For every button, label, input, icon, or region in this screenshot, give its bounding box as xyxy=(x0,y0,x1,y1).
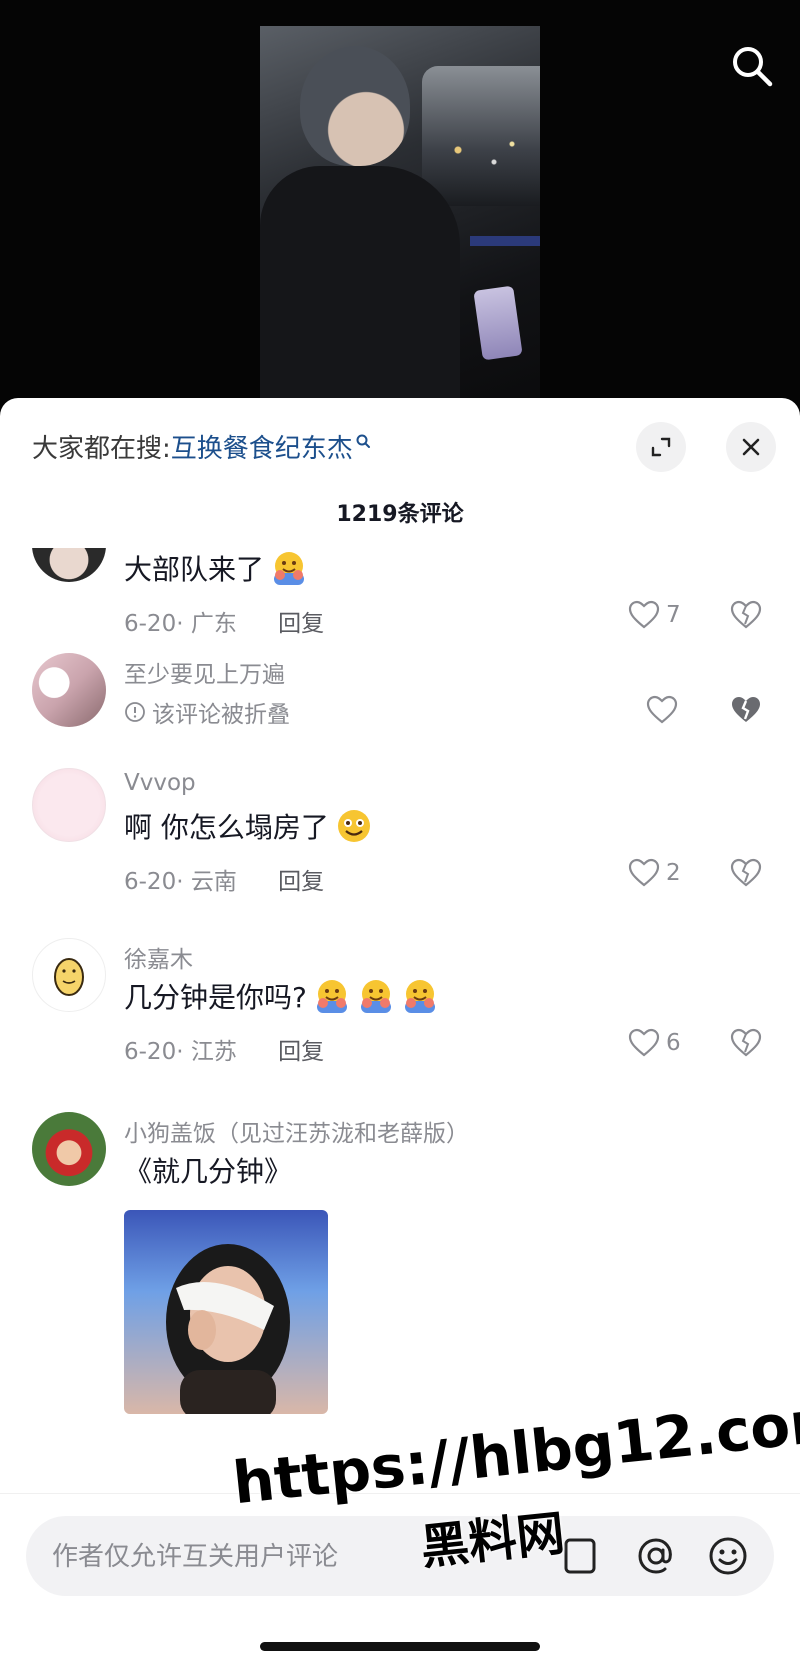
broken-heart-filled-icon xyxy=(732,697,760,722)
like-button[interactable]: 6 xyxy=(628,1028,681,1058)
comment-date: 6-20 xyxy=(124,869,177,895)
comment-region: 广东 xyxy=(190,611,237,637)
meta-separator: · xyxy=(176,611,191,637)
meta-separator: · xyxy=(176,869,191,895)
home-indicator xyxy=(260,1642,540,1651)
city-lights xyxy=(440,126,530,186)
like-count: 7 xyxy=(666,602,681,628)
image-icon xyxy=(564,1538,596,1574)
dislike-button[interactable] xyxy=(730,858,762,892)
person-body xyxy=(260,166,460,420)
video-thumbnail[interactable] xyxy=(260,26,540,420)
broken-heart-icon xyxy=(730,600,762,629)
emoji-button[interactable] xyxy=(706,1534,750,1578)
heart-icon xyxy=(628,600,660,629)
comment-list[interactable]: 大部队来了 6-20· 广东 回复 7 至少要见上万遍 该评论被折叠 Vvvop… xyxy=(0,548,800,1493)
dislike-button[interactable] xyxy=(730,1028,762,1062)
like-count: 6 xyxy=(666,1030,681,1056)
sheet-header: 大家都在搜:互换餐食纪东杰 1219条评论 xyxy=(0,398,800,548)
hug-emoji-icon xyxy=(274,552,305,585)
close-icon xyxy=(742,438,760,456)
comment-sticker-image[interactable] xyxy=(124,1210,328,1414)
expand-icon xyxy=(651,437,671,457)
bear-sticker-icon xyxy=(54,958,84,996)
reply-button[interactable]: 回复 xyxy=(278,869,324,895)
comment-text: 啊 你怎么塌房了 xyxy=(124,806,373,846)
comment-text: 几分钟是你吗? xyxy=(124,976,439,1016)
comment-region: 云南 xyxy=(190,869,237,895)
comment-meta: 6-20· 广东 回复 xyxy=(124,604,324,638)
comment-input-bar xyxy=(0,1493,800,1661)
video-area xyxy=(0,0,800,420)
heart-icon xyxy=(646,695,678,724)
comment-input-box[interactable] xyxy=(26,1516,774,1598)
like-button[interactable]: 7 xyxy=(628,600,681,630)
dislike-button[interactable] xyxy=(730,600,762,634)
ambient-light-strip xyxy=(470,236,540,246)
hug-emoji-icon xyxy=(404,980,435,1013)
comment-username[interactable]: 徐嘉木 xyxy=(124,940,193,974)
phone-screen xyxy=(473,285,523,361)
avatar[interactable] xyxy=(32,938,106,1012)
close-button[interactable] xyxy=(726,422,776,472)
image-button[interactable] xyxy=(558,1534,602,1578)
reply-button[interactable]: 回复 xyxy=(278,1039,324,1065)
avatar[interactable] xyxy=(32,548,106,582)
comment-username[interactable]: 至少要见上万遍 xyxy=(124,655,285,689)
flushed-smile-emoji-icon xyxy=(337,810,370,842)
like-button[interactable] xyxy=(646,695,678,725)
reply-button[interactable]: 回复 xyxy=(278,611,324,637)
small-search-icon xyxy=(355,428,371,458)
comment-username[interactable]: 小狗盖饭（见过汪苏泷和老薛版） xyxy=(124,1114,469,1148)
trending-query-link[interactable]: 互换餐食纪东杰 xyxy=(171,434,353,464)
dislike-button-active[interactable] xyxy=(730,695,762,729)
info-icon xyxy=(125,702,145,722)
comment-sheet: 大家都在搜:互换餐食纪东杰 1219条评论 大部队来了 6-20· 广东 回复 … xyxy=(0,398,800,1661)
hug-emoji-icon xyxy=(316,980,347,1013)
folded-note: 该评论被折叠 xyxy=(124,695,290,729)
heart-icon xyxy=(628,858,660,887)
search-icon xyxy=(733,47,773,87)
broken-heart-icon xyxy=(730,858,762,887)
search-button[interactable] xyxy=(728,42,776,90)
comment-text: 大部队来了 xyxy=(124,548,308,588)
smiley-face-icon xyxy=(709,1537,747,1575)
avatar[interactable] xyxy=(32,653,106,727)
trending-search: 大家都在搜:互换餐食纪东杰 xyxy=(32,428,371,465)
person-head xyxy=(300,46,410,166)
avatar[interactable] xyxy=(32,1112,106,1186)
meta-separator: · xyxy=(176,1039,191,1065)
comment-date: 6-20 xyxy=(124,1039,177,1065)
comment-meta: 6-20· 云南 回复 xyxy=(124,862,324,896)
crying-woman-sticker-icon xyxy=(166,1244,290,1414)
trending-label: 大家都在搜: xyxy=(32,434,171,464)
comment-date: 6-20 xyxy=(124,611,177,637)
comment-input[interactable] xyxy=(50,1516,524,1598)
broken-heart-icon xyxy=(730,1028,762,1057)
expand-button[interactable] xyxy=(636,422,686,472)
comment-region: 江苏 xyxy=(190,1039,237,1065)
like-button[interactable]: 2 xyxy=(628,858,681,888)
hug-emoji-icon xyxy=(360,980,391,1013)
mention-button[interactable] xyxy=(634,1534,678,1578)
comment-meta: 6-20· 江苏 回复 xyxy=(124,1032,324,1066)
avatar[interactable] xyxy=(32,768,106,842)
like-count: 2 xyxy=(666,860,681,886)
comment-username[interactable]: Vvvop xyxy=(124,770,196,796)
heart-icon xyxy=(628,1028,660,1057)
comment-text: 《就几分钟》 xyxy=(124,1155,293,1188)
comment-count-title: 1219条评论 xyxy=(336,502,464,527)
at-sign-icon xyxy=(638,1538,672,1574)
